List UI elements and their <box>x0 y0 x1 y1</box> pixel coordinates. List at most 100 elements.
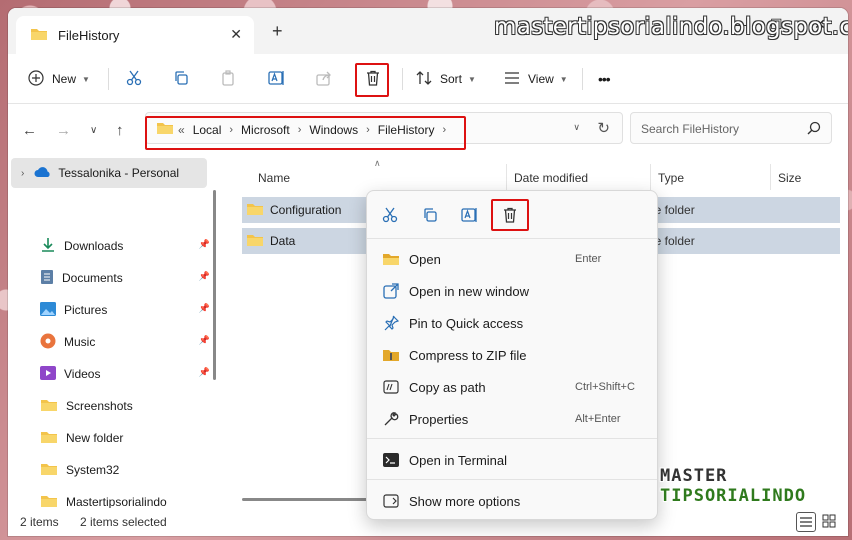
recent-locations-chevron-icon[interactable]: ∨ <box>90 125 97 136</box>
sidebar-item-new-folder[interactable]: New folder <box>40 427 210 449</box>
tab-title: FileHistory <box>58 27 120 43</box>
search-icon[interactable] <box>807 121 821 138</box>
context-menu: Open Enter Open in new window Pin to Quick … <box>366 190 658 520</box>
paste-button[interactable] <box>220 66 236 92</box>
open-new-window-icon <box>381 282 401 300</box>
menu-item-properties[interactable]: Properties Alt+Enter <box>375 404 649 434</box>
nav-home-item[interactable]: › Tessalonika - Personal <box>11 158 207 188</box>
tab-close-icon[interactable]: ✕ <box>230 26 242 43</box>
sidebar-item-label: Pictures <box>64 303 108 317</box>
sidebar-item-music[interactable]: Music 📌 <box>40 331 210 353</box>
forward-arrow-icon[interactable]: → <box>56 122 71 139</box>
expand-chevron-icon[interactable]: › <box>21 168 24 179</box>
sidebar-item-label: Music <box>64 335 96 349</box>
back-arrow-icon[interactable]: ← <box>22 122 37 139</box>
cut-button[interactable] <box>126 66 142 92</box>
selection-count: 2 items selected <box>80 515 167 529</box>
sidebar-item-downloads[interactable]: Downloads 📌 <box>40 235 210 257</box>
pin-icon[interactable]: 📌 <box>199 303 210 314</box>
navigation-pane: › Tessalonika - Personal Downloads 📌 Docum… <box>8 156 218 509</box>
more-options-button[interactable]: ••• <box>598 66 611 92</box>
menu-item-open[interactable]: Open Enter <box>375 244 649 274</box>
menu-item-open-in-terminal[interactable]: Open in Terminal <box>375 445 649 475</box>
sort-caret-icon: ∧ <box>374 158 381 168</box>
view-list-icon <box>504 71 520 88</box>
new-tab-button[interactable]: + <box>272 22 283 40</box>
menu-item-label: Compress to ZIP file <box>409 347 527 363</box>
search-input[interactable]: Search FileHistory <box>630 112 832 144</box>
watermark-logo: MASTER TIPSORIALINDO <box>660 466 806 506</box>
sidebar-item-system32[interactable]: System32 <box>40 459 210 481</box>
context-divider <box>367 479 657 480</box>
address-highlight <box>145 116 466 150</box>
item-count: 2 items <box>20 515 59 529</box>
menu-item-compress-to-zip-file[interactable]: Compress to ZIP file <box>375 340 649 370</box>
context-rename-button[interactable] <box>459 205 481 227</box>
sidebar-item-label: Videos <box>64 367 101 381</box>
context-divider <box>367 438 657 439</box>
sidebar-item-documents[interactable]: Documents 📌 <box>40 267 210 289</box>
search-placeholder: Search FileHistory <box>641 122 740 136</box>
menu-item-show-more-options[interactable]: Show more options <box>375 486 649 516</box>
sidebar-item-label: Mastertipsorialindo <box>66 495 167 509</box>
copy-button[interactable] <box>173 66 189 92</box>
pin-icon[interactable]: 📌 <box>199 335 210 346</box>
share-button[interactable] <box>316 66 332 92</box>
sidebar-item-videos[interactable]: Videos 📌 <box>40 363 210 385</box>
plus-circle-icon <box>28 69 44 89</box>
file-type: le folder <box>652 203 695 217</box>
pin-icon[interactable]: 📌 <box>199 271 210 282</box>
address-row: ← → ∨ ↑ « Local › Microsoft › Windows › … <box>8 104 848 156</box>
menu-item-shortcut: Enter <box>575 253 602 265</box>
details-view-icon[interactable] <box>796 512 816 532</box>
context-copy-button[interactable] <box>419 205 441 227</box>
menu-item-shortcut: Ctrl+Shift+C <box>575 381 635 393</box>
copy-icon <box>173 70 189 89</box>
view-button[interactable]: View ▼ <box>504 66 568 92</box>
column-header-name[interactable]: Name <box>258 171 290 185</box>
copy-path-icon <box>381 378 401 396</box>
sidebar-item-pictures[interactable]: Pictures 📌 <box>40 299 210 321</box>
scissors-icon <box>126 70 142 89</box>
menu-item-pin-to-quick-access[interactable]: Pin to Quick access <box>375 308 649 338</box>
paste-icon <box>220 69 236 89</box>
address-dropdown-icon[interactable]: ∨ <box>573 122 580 133</box>
chevron-down-icon: ▼ <box>82 74 90 84</box>
pin-icon[interactable]: 📌 <box>199 239 210 250</box>
rename-button[interactable] <box>268 66 286 92</box>
column-divider[interactable] <box>650 164 651 190</box>
column-divider[interactable] <box>770 164 771 190</box>
folder-icon <box>40 430 58 447</box>
sort-icon <box>416 70 432 89</box>
new-button[interactable]: New ▼ <box>28 66 90 92</box>
properties-icon <box>381 410 401 428</box>
folder-open-icon <box>381 250 401 268</box>
up-arrow-icon[interactable]: ↑ <box>116 122 124 139</box>
rename-icon <box>461 207 479 226</box>
sort-button[interactable]: Sort ▼ <box>416 66 476 92</box>
tiles-view-icon[interactable] <box>820 512 840 532</box>
chevron-down-icon: ▼ <box>559 74 568 84</box>
menu-item-label: Show more options <box>409 493 521 509</box>
pin-icon[interactable]: 📌 <box>199 367 210 378</box>
pictures-icon <box>40 301 56 319</box>
menu-item-shortcut: Alt+Enter <box>575 413 621 425</box>
menu-item-open-in-new-window[interactable]: Open in new window <box>375 276 649 306</box>
nav-scrollbar[interactable] <box>213 190 216 380</box>
sidebar-item-label: System32 <box>66 463 120 477</box>
column-header-date[interactable]: Date modified <box>514 171 588 185</box>
download-icon <box>40 237 56 256</box>
sidebar-item-label: Downloads <box>64 239 124 253</box>
sidebar-item-label: Screenshots <box>66 399 133 413</box>
tab-filehistory[interactable]: FileHistory ✕ <box>16 16 254 54</box>
music-icon <box>40 333 56 352</box>
file-type: le folder <box>652 234 695 248</box>
column-header-type[interactable]: Type <box>658 171 684 185</box>
menu-item-copy-as-path[interactable]: Copy as path Ctrl+Shift+C <box>375 372 649 402</box>
context-cut-button[interactable] <box>379 205 401 227</box>
refresh-icon[interactable]: ↻ <box>597 119 610 137</box>
column-divider[interactable] <box>506 164 507 190</box>
file-name: Data <box>270 234 296 248</box>
column-header-size[interactable]: Size <box>778 171 801 185</box>
sidebar-item-screenshots[interactable]: Screenshots <box>40 395 210 417</box>
